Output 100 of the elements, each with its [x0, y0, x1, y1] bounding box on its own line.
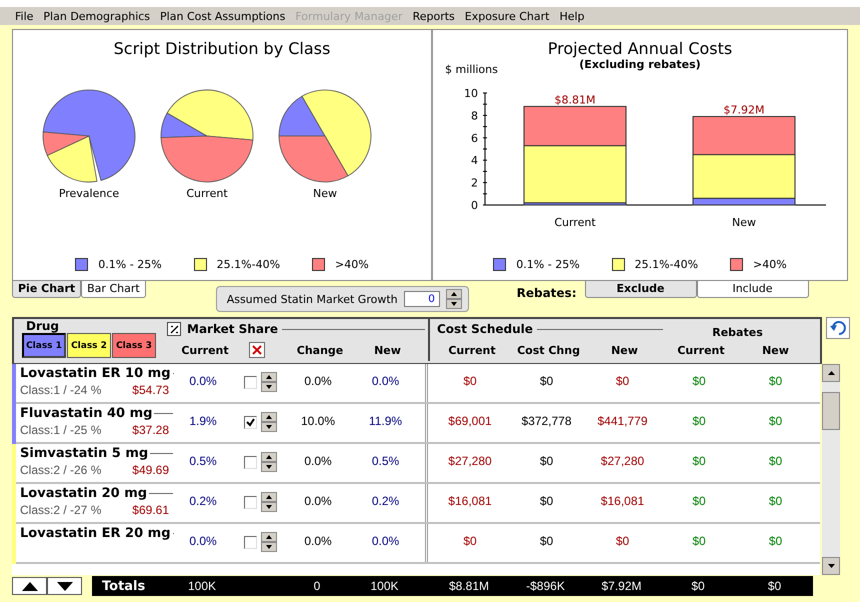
- spinner[interactable]: [261, 412, 277, 432]
- drug-name: Simvastatin 5 mg: [20, 446, 150, 461]
- spinner[interactable]: [261, 372, 277, 392]
- menu-item[interactable]: Plan Cost Assumptions: [155, 10, 290, 22]
- class-info: Class:1 / -24 %: [20, 383, 102, 397]
- totals-value: $8.81M: [448, 579, 490, 593]
- menu-item[interactable]: Help: [554, 10, 590, 22]
- spinner[interactable]: [261, 492, 277, 512]
- table-cell-text: $27,280: [600, 453, 646, 470]
- table-cell-text: $27,280: [447, 453, 493, 470]
- checkbox[interactable]: [244, 456, 257, 469]
- pie-label: New: [313, 187, 337, 200]
- table-cell-text: $0: [768, 533, 784, 550]
- totals-label: Totals: [101, 578, 146, 594]
- scroll-up-button[interactable]: [822, 364, 840, 382]
- class-info: Class:2 / -26 %: [20, 463, 102, 477]
- down-arrow-icon: [828, 564, 834, 568]
- table-cell-text: 11.9%: [368, 413, 404, 430]
- totals-value: 100K: [369, 579, 400, 593]
- table-cell-text: 0.5%: [188, 453, 218, 470]
- price: $54.73: [132, 383, 169, 397]
- rebates-tab[interactable]: Exclude: [584, 281, 696, 298]
- rebates-label: Rebates:: [516, 286, 576, 300]
- table-cell-text: 10.0%: [300, 413, 336, 430]
- spinner[interactable]: [261, 532, 277, 552]
- axis-label: $ millions: [445, 63, 498, 76]
- category-label: Current: [554, 216, 596, 229]
- legend-label: 0.1% - 25%: [98, 258, 162, 271]
- tick-label: 6: [471, 132, 478, 145]
- chart-tab[interactable]: Bar Chart: [81, 281, 146, 298]
- menu-item[interactable]: Exposure Chart: [460, 10, 554, 22]
- chart-title: Projected Annual Costs: [548, 39, 732, 58]
- bar-value-label: $7.92M: [724, 104, 764, 117]
- table-cell-text: $0: [614, 373, 630, 390]
- spinner[interactable]: [261, 452, 277, 472]
- group-title: Drug: [25, 319, 60, 333]
- drug-row[interactable]: Fluvastatin 40 mg Class:1 / -25 % $37.28 1.9% 10.0% 11.9% $69,001 $372,778 $441,779 $0 $0: [12, 404, 820, 444]
- tick-label: 8: [471, 109, 478, 122]
- class-info: Class:2 / -27 %: [20, 503, 102, 517]
- class-filter-button[interactable]: Class 3: [112, 333, 156, 358]
- column-group-header: Rebates: [711, 326, 764, 339]
- tick-label: 4: [471, 154, 478, 168]
- price: $37.28: [132, 423, 169, 437]
- up-arrow-icon: [828, 371, 834, 375]
- menu-item[interactable]: File: [10, 10, 38, 22]
- totals-value: 0: [312, 579, 322, 593]
- table-cell-text: $0: [691, 413, 707, 430]
- totals-value: -$896K: [525, 579, 566, 593]
- table-cell-text: $0: [462, 373, 478, 390]
- drug-row[interactable]: Lovastatin ER 20 mg 0.0% 0.0% 0.0% $0 $0 $0 $0 $0: [12, 524, 820, 564]
- table-cell-text: 0.5%: [370, 453, 400, 470]
- table-cell-text: 0.0%: [303, 453, 333, 470]
- totals-value: 100K: [186, 579, 218, 593]
- column-header: Current: [447, 344, 497, 356]
- bar-value-label: $8.81M: [554, 93, 596, 106]
- checkbox[interactable]: [244, 496, 257, 509]
- legend-label: 25.1%-40%: [634, 258, 698, 271]
- percent-button[interactable]: [167, 322, 181, 336]
- chart-tab[interactable]: Pie Chart: [12, 281, 82, 298]
- table-cell-text: $372,778: [520, 413, 573, 430]
- column-header: Cost Chng: [516, 344, 581, 356]
- class-filter-button[interactable]: Class 2: [67, 333, 111, 358]
- checkbox[interactable]: [244, 416, 257, 429]
- table-cell-text: 0.0%: [303, 493, 333, 510]
- table-cell-text: 0.0%: [303, 373, 333, 390]
- spinner[interactable]: [446, 289, 462, 309]
- clear-button[interactable]: [248, 342, 264, 358]
- scroll-thumb[interactable]: [822, 392, 840, 430]
- table-cell-text: $0: [538, 373, 554, 390]
- menu-item[interactable]: Plan Demographics: [38, 10, 156, 22]
- drug-row[interactable]: Lovastatin ER 10 mg Class:1 / -24 % $54.73 0.0% 0.0% 0.0% $0 $0 $0 $0 $0: [12, 364, 820, 404]
- table-cell-text: 0.0%: [303, 533, 333, 550]
- column-header: Change: [296, 344, 344, 356]
- table-cell-text: $0: [768, 373, 784, 390]
- drug-name: Lovastatin ER 10 mg: [20, 366, 172, 381]
- drug-row[interactable]: Lovastatin 20 mg Class:2 / -27 % $69.61 0.2% 0.0% 0.2% $16,081 $0 $16,081 $0 $0: [12, 484, 820, 524]
- table-cell-text: $0: [691, 493, 707, 510]
- class-filter-button[interactable]: Class 1: [22, 333, 66, 358]
- drug-row[interactable]: Simvastatin 5 mg Class:2 / -26 % $49.69 0.5% 0.0% 0.5% $27,280 $0 $27,280 $0 $0: [12, 444, 820, 484]
- table-cell-text: 0.0%: [370, 373, 400, 390]
- growth-field[interactable]: 0: [404, 291, 440, 307]
- column-header: Current: [180, 344, 230, 356]
- drug-name: Fluvastatin 40 mg: [20, 406, 154, 421]
- tick-label: 10: [464, 87, 478, 100]
- scrollbar[interactable]: [822, 364, 840, 575]
- menu-item[interactable]: Reports: [408, 10, 460, 22]
- checkbox[interactable]: [244, 376, 257, 389]
- column-header: New: [610, 344, 639, 356]
- table-cell-text: $0: [691, 373, 707, 390]
- tick-label: 0: [471, 199, 478, 212]
- price: $69.61: [132, 503, 169, 517]
- pie-label: Current: [186, 187, 228, 200]
- checkbox[interactable]: [244, 536, 257, 549]
- undo-button[interactable]: [826, 317, 850, 339]
- row-down-button[interactable]: [47, 577, 82, 595]
- scroll-down-button[interactable]: [822, 557, 840, 575]
- rebates-tab[interactable]: Include: [696, 281, 808, 298]
- chart-title: Script Distribution by Class: [114, 39, 330, 58]
- legend-label: >40%: [753, 258, 787, 271]
- row-up-button[interactable]: [12, 577, 47, 595]
